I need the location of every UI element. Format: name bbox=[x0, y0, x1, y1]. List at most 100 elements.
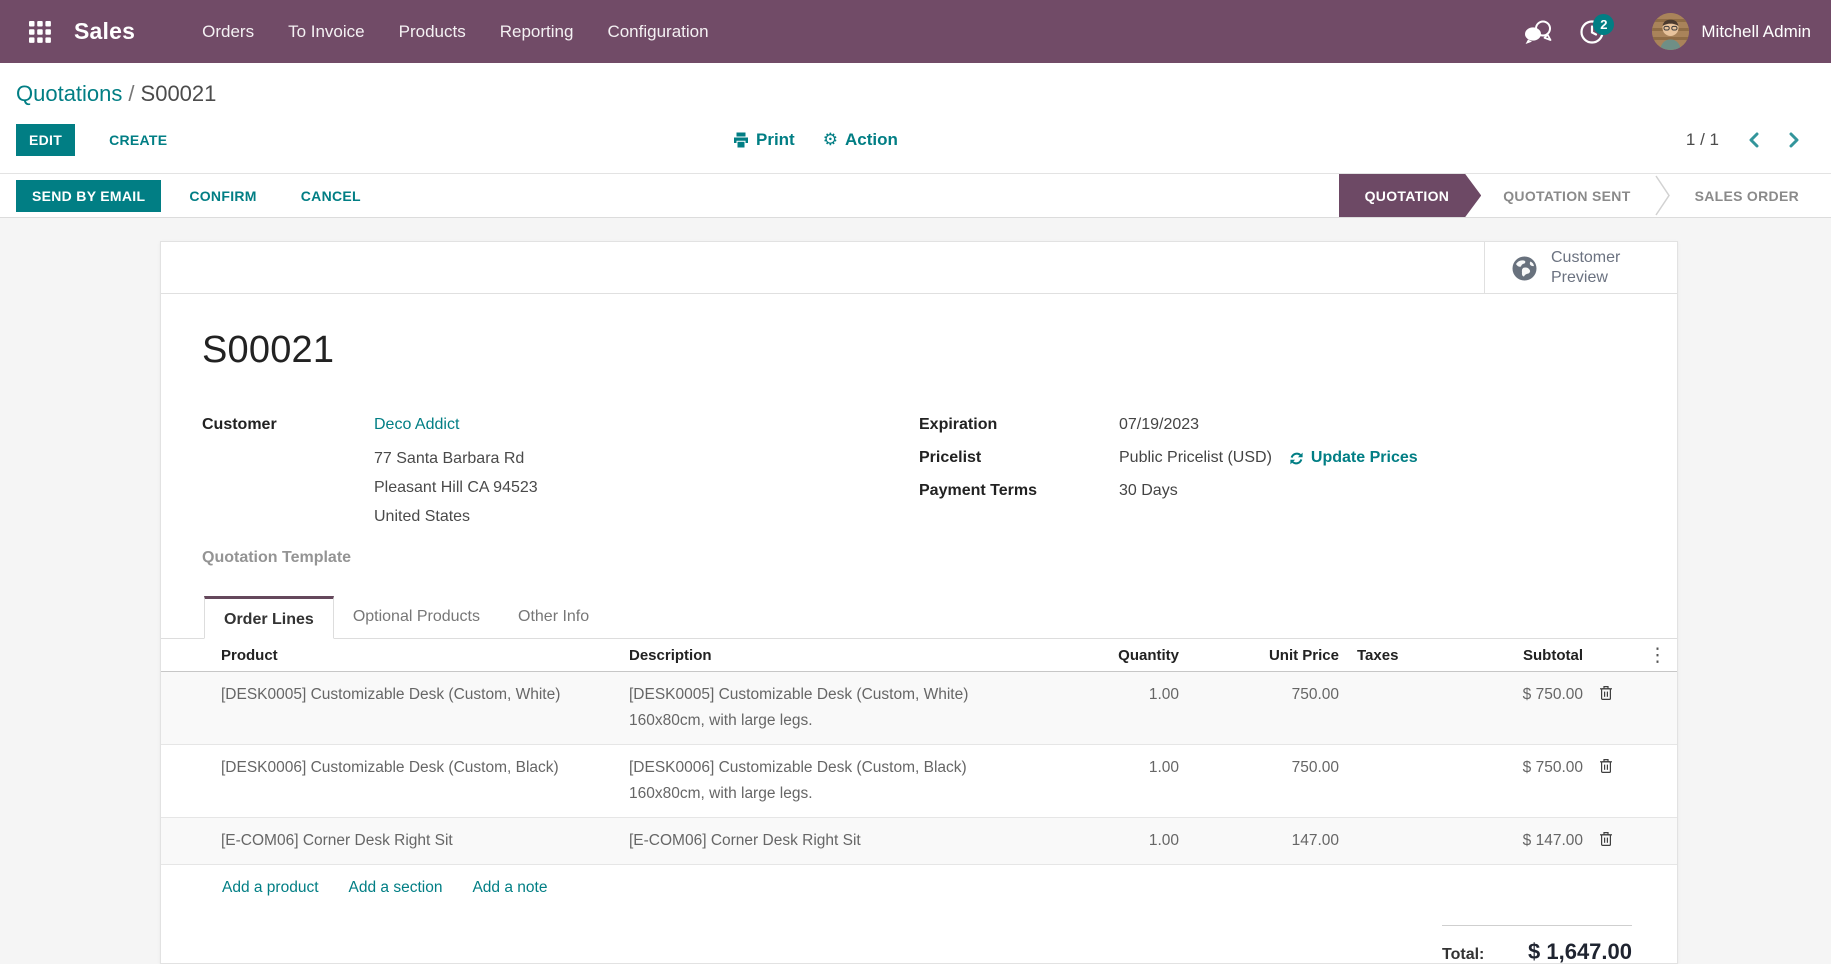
header-description: Description bbox=[629, 639, 1099, 671]
statusbar: SEND BY EMAIL CONFIRM CANCEL QUOTATION Q… bbox=[0, 173, 1831, 218]
quantity-cell: 1.00 bbox=[1099, 745, 1179, 791]
unit-price-cell: 750.00 bbox=[1179, 745, 1339, 791]
description-cell: [DESK0006] Customizable Desk (Custom, Bl… bbox=[629, 745, 1099, 817]
print-button[interactable]: Print bbox=[733, 130, 795, 150]
control-panel: Quotations/S00021 EDIT CREATE Print bbox=[0, 63, 1831, 173]
activities-icon[interactable]: 2 bbox=[1572, 12, 1612, 52]
notebook-tabs: Order Lines Optional Products Other Info bbox=[161, 595, 1677, 639]
expiration-value: 07/19/2023 bbox=[1119, 416, 1199, 434]
order-lines-header: Product Description Quantity Unit Price … bbox=[161, 639, 1677, 672]
customer-preview-button[interactable]: CustomerPreview bbox=[1484, 242, 1677, 294]
unit-price-cell: 750.00 bbox=[1179, 672, 1339, 718]
edit-button[interactable]: EDIT bbox=[16, 124, 75, 156]
taxes-cell bbox=[1339, 818, 1461, 838]
breadcrumb-separator: / bbox=[122, 81, 140, 106]
description-cell: [E-COM06] Corner Desk Right Sit bbox=[629, 818, 1099, 864]
add-line-links: Add a product Add a section Add a note bbox=[161, 865, 1677, 897]
status-steps: QUOTATION QUOTATION SENT SALES ORDER bbox=[1339, 174, 1831, 217]
subtotal-cell: $ 750.00 bbox=[1461, 672, 1583, 718]
delete-line-icon[interactable] bbox=[1599, 685, 1613, 701]
breadcrumb-quotations[interactable]: Quotations bbox=[16, 81, 122, 106]
header-unit-price: Unit Price bbox=[1179, 639, 1339, 671]
pager: 1 / 1 bbox=[1686, 125, 1815, 155]
action-button[interactable]: ⚙ Action bbox=[823, 130, 898, 150]
menu-orders[interactable]: Orders bbox=[185, 0, 271, 63]
activities-badge: 2 bbox=[1593, 14, 1614, 35]
step-sales-order[interactable]: SALES ORDER bbox=[1673, 174, 1821, 217]
pager-count: 1 / 1 bbox=[1686, 130, 1719, 150]
total-value: $ 1,647.00 bbox=[1528, 939, 1632, 964]
product-link[interactable]: [DESK0005] Customizable Desk (Custom, Wh… bbox=[221, 672, 629, 718]
description-cell: [DESK0005] Customizable Desk (Custom, Wh… bbox=[629, 672, 1099, 744]
subtotal-cell: $ 750.00 bbox=[1461, 745, 1583, 791]
payment-terms-label: Payment Terms bbox=[919, 482, 1119, 500]
pricelist-label: Pricelist bbox=[919, 449, 1119, 467]
customer-label: Customer bbox=[202, 416, 374, 531]
tab-other-info[interactable]: Other Info bbox=[499, 596, 608, 639]
confirm-button[interactable]: CONFIRM bbox=[173, 180, 272, 212]
quantity-cell: 1.00 bbox=[1099, 672, 1179, 718]
gear-icon: ⚙ bbox=[823, 132, 838, 149]
taxes-cell bbox=[1339, 672, 1461, 692]
app-name[interactable]: Sales bbox=[74, 18, 135, 45]
taxes-cell bbox=[1339, 745, 1461, 765]
avatar bbox=[1652, 13, 1689, 50]
main-menu: Orders To Invoice Products Reporting Con… bbox=[185, 0, 725, 63]
expiration-label: Expiration bbox=[919, 416, 1119, 434]
payment-terms-value: 30 Days bbox=[1119, 482, 1178, 500]
order-line-row[interactable]: [DESK0005] Customizable Desk (Custom, Wh… bbox=[161, 672, 1677, 745]
form-sheet: CustomerPreview S00021 Customer Deco Add… bbox=[160, 241, 1678, 964]
quotation-template-label: Quotation Template bbox=[202, 549, 919, 567]
total-summary: Total: $ 1,647.00 bbox=[1442, 925, 1632, 964]
cancel-button[interactable]: CANCEL bbox=[285, 180, 377, 212]
print-label: Print bbox=[756, 130, 795, 150]
add-section-link[interactable]: Add a section bbox=[349, 879, 443, 897]
add-product-link[interactable]: Add a product bbox=[222, 879, 319, 897]
delete-line-icon[interactable] bbox=[1599, 831, 1613, 847]
print-icon bbox=[733, 132, 749, 148]
action-label: Action bbox=[845, 130, 898, 150]
user-menu[interactable]: Mitchell Admin bbox=[1626, 13, 1811, 50]
quantity-cell: 1.00 bbox=[1099, 818, 1179, 864]
menu-to-invoice[interactable]: To Invoice bbox=[271, 0, 382, 63]
order-line-row[interactable]: [DESK0006] Customizable Desk (Custom, Bl… bbox=[161, 745, 1677, 818]
create-button[interactable]: CREATE bbox=[95, 124, 181, 156]
header-product: Product bbox=[221, 639, 629, 671]
tab-optional-products[interactable]: Optional Products bbox=[334, 596, 499, 639]
menu-configuration[interactable]: Configuration bbox=[590, 0, 725, 63]
breadcrumb-current: S00021 bbox=[141, 81, 217, 106]
product-link[interactable]: [E-COM06] Corner Desk Right Sit bbox=[221, 818, 629, 864]
column-options-icon[interactable]: ⋮ bbox=[1648, 644, 1667, 666]
step-quotation-sent[interactable]: QUOTATION SENT bbox=[1481, 174, 1652, 217]
pager-next-icon[interactable] bbox=[1779, 125, 1809, 155]
pager-previous-icon[interactable] bbox=[1739, 125, 1769, 155]
delete-line-icon[interactable] bbox=[1599, 758, 1613, 774]
breadcrumb: Quotations/S00021 bbox=[16, 81, 1815, 107]
content-area: CustomerPreview S00021 Customer Deco Add… bbox=[0, 241, 1831, 964]
messages-icon[interactable] bbox=[1518, 12, 1558, 52]
globe-icon bbox=[1511, 255, 1538, 282]
sheet-top-strip: CustomerPreview bbox=[161, 242, 1677, 294]
order-lines-body: [DESK0005] Customizable Desk (Custom, Wh… bbox=[161, 672, 1677, 865]
top-navbar: Sales Orders To Invoice Products Reporti… bbox=[0, 0, 1831, 63]
update-prices-button[interactable]: Update Prices bbox=[1289, 449, 1418, 467]
send-by-email-button[interactable]: SEND BY EMAIL bbox=[16, 180, 161, 212]
customer-address: 77 Santa Barbara Rd Pleasant Hill CA 945… bbox=[374, 444, 538, 531]
product-link[interactable]: [DESK0006] Customizable Desk (Custom, Bl… bbox=[221, 745, 629, 791]
apps-grid-icon[interactable] bbox=[20, 12, 60, 52]
quotation-title: S00021 bbox=[202, 329, 1677, 372]
menu-products[interactable]: Products bbox=[382, 0, 483, 63]
add-note-link[interactable]: Add a note bbox=[472, 879, 547, 897]
customer-link[interactable]: Deco Addict bbox=[374, 416, 538, 434]
customer-preview-label: CustomerPreview bbox=[1551, 248, 1620, 288]
refresh-icon bbox=[1289, 451, 1304, 466]
menu-reporting[interactable]: Reporting bbox=[483, 0, 591, 63]
update-prices-label: Update Prices bbox=[1311, 449, 1418, 467]
tab-order-lines[interactable]: Order Lines bbox=[204, 596, 334, 639]
user-name: Mitchell Admin bbox=[1701, 22, 1811, 42]
unit-price-cell: 147.00 bbox=[1179, 818, 1339, 864]
total-label: Total: bbox=[1442, 946, 1484, 964]
header-subtotal: Subtotal bbox=[1461, 639, 1583, 671]
step-quotation[interactable]: QUOTATION bbox=[1339, 174, 1482, 217]
order-line-row[interactable]: [E-COM06] Corner Desk Right Sit [E-COM06… bbox=[161, 818, 1677, 865]
